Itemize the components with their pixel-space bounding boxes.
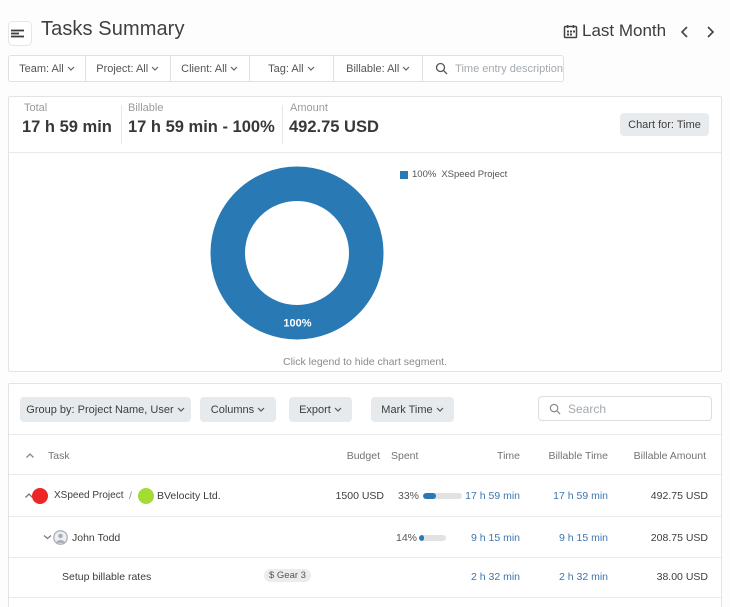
svg-text:100%: 100% — [283, 318, 311, 330]
